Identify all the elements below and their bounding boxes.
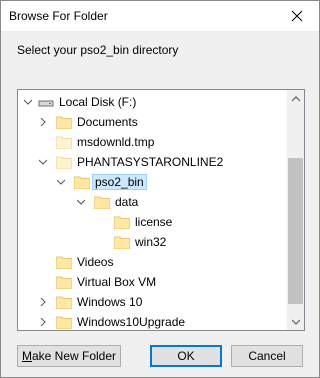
chevron-down-icon[interactable] [39, 158, 47, 166]
folder-icon [74, 176, 90, 189]
close-button[interactable] [275, 1, 319, 31]
chevron-down-icon [291, 319, 300, 325]
folder-icon [114, 216, 130, 229]
tree-item-label: license [135, 215, 173, 229]
button-label: Cancel [248, 349, 286, 363]
make-new-folder-button[interactable]: Make New Folder [17, 345, 121, 367]
folder-icon [56, 136, 72, 149]
tree-item-label: pso2_bin [92, 174, 147, 190]
tree-item-local-disk[interactable]: Local Disk (F:) [18, 92, 288, 112]
tree-item-msdownld[interactable]: msdownld.tmp [18, 132, 288, 152]
tree-item-label: Virtual Box VM [77, 275, 157, 289]
tree-item-pso2-bin[interactable]: pso2_bin [18, 172, 288, 192]
scroll-thumb[interactable] [288, 158, 303, 304]
vertical-scrollbar[interactable] [287, 90, 304, 330]
folder-icon [56, 296, 72, 309]
tree-item-label: Windows 10 [77, 295, 143, 309]
folder-icon [114, 236, 130, 249]
tree-item-license[interactable]: license [18, 212, 288, 232]
chevron-down-icon[interactable] [24, 98, 32, 106]
folder-icon [56, 256, 72, 269]
tree-item-data[interactable]: data [18, 192, 288, 212]
drive-icon [38, 100, 54, 107]
folder-icon [94, 196, 110, 209]
title-bar: Browse For Folder [1, 1, 319, 31]
tree-item-label: Documents [77, 115, 138, 129]
chevron-up-icon [291, 95, 300, 101]
tree-item-documents[interactable]: Documents [18, 112, 288, 132]
instruction-text: Select your pso2_bin directory [17, 43, 179, 57]
tree-item-label: msdownld.tmp [77, 135, 155, 149]
folder-icon [56, 276, 72, 289]
tree-item-label: PHANTASYSTARONLINE2 [77, 155, 224, 169]
ok-button[interactable]: OK [150, 345, 222, 367]
tree-item-phantasystaronline2[interactable]: PHANTASYSTARONLINE2 [18, 152, 288, 172]
tree-item-label: win32 [135, 235, 167, 249]
mnemonic-letter: M [21, 349, 32, 363]
tree-item-label: data [115, 195, 139, 209]
chevron-down-icon[interactable] [57, 178, 65, 186]
chevron-right-icon[interactable] [39, 118, 47, 126]
browse-for-folder-dialog: Browse For Folder Select your pso2_bin d… [0, 0, 320, 378]
scroll-down-button[interactable] [287, 313, 304, 330]
folder-tree[interactable]: Local Disk (F:) Documents msdownld.tmp P… [17, 89, 305, 331]
tree-item-windows-10[interactable]: Windows 10 [18, 292, 288, 312]
tree-item-label: Videos [77, 255, 114, 269]
tree-item-windows10upgrade[interactable]: Windows10Upgrade [18, 312, 288, 330]
button-label: ake New Folder [31, 349, 117, 363]
folder-icon [56, 156, 72, 169]
button-label: OK [177, 349, 195, 363]
tree-item-win32[interactable]: win32 [18, 232, 288, 252]
scroll-up-button[interactable] [287, 90, 304, 107]
chevron-right-icon[interactable] [39, 298, 47, 306]
chevron-right-icon[interactable] [39, 318, 47, 326]
chevron-down-icon[interactable] [77, 198, 85, 206]
cancel-button[interactable]: Cancel [231, 345, 303, 367]
tree-item-virtual-box-vm[interactable]: Virtual Box VM [18, 272, 288, 292]
folder-icon [56, 316, 72, 329]
tree-item-videos[interactable]: Videos [18, 252, 288, 272]
tree-item-label: Windows10Upgrade [77, 315, 186, 329]
close-icon [291, 10, 303, 22]
window-title: Browse For Folder [9, 9, 108, 23]
tree-item-label: Local Disk (F:) [59, 95, 137, 109]
folder-icon [56, 116, 72, 129]
